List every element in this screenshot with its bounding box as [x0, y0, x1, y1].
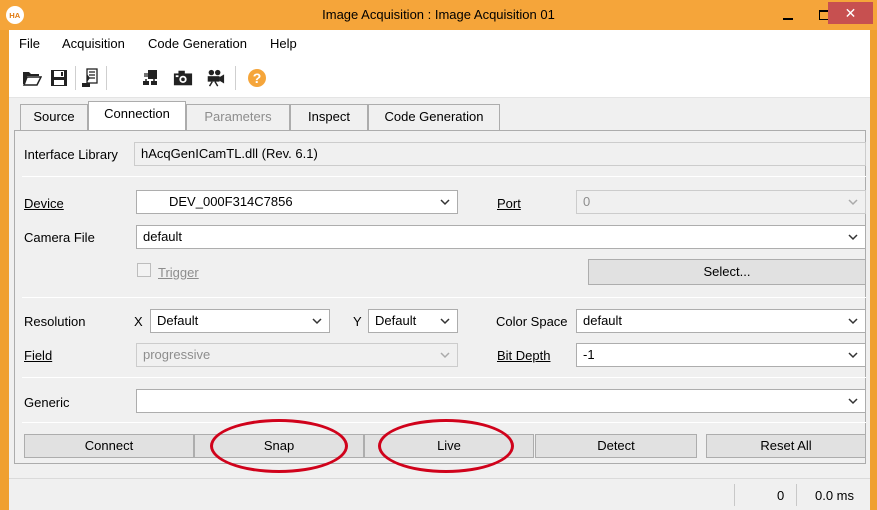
device-value: DEV_000F314C7856 — [169, 194, 293, 209]
menu-file[interactable]: File — [19, 30, 40, 58]
chevron-down-icon — [311, 315, 323, 327]
menu-bar — [9, 30, 870, 58]
trigger-checkbox[interactable] — [137, 263, 151, 277]
svg-text:?: ? — [253, 70, 262, 86]
separator-line — [22, 422, 866, 423]
chevron-down-icon — [847, 196, 859, 208]
trigger-label-text: Trigger — [158, 265, 199, 280]
save-icon[interactable] — [49, 68, 69, 88]
tab-connection[interactable]: Connection — [88, 101, 186, 130]
chevron-down-icon — [439, 349, 451, 361]
device-label-text: Device — [24, 196, 64, 211]
resolution-y-value: Default — [375, 313, 417, 328]
chevron-down-icon — [847, 349, 859, 361]
bit-depth-select[interactable]: -1 — [576, 343, 866, 367]
connect-button[interactable]: Connect — [24, 434, 194, 458]
camera-icon[interactable] — [173, 68, 193, 88]
resolution-label: Resolution — [24, 314, 86, 329]
bit-depth-value: -1 — [583, 347, 595, 362]
field-select[interactable]: progressive — [136, 343, 458, 367]
separator-line — [22, 176, 866, 177]
bit-depth-label-text: Bit Depth — [497, 348, 551, 363]
tab-code-generation[interactable]: Code Generation — [368, 104, 500, 130]
port-value: 0 — [583, 194, 591, 209]
menu-code-generation[interactable]: Code Generation — [148, 30, 247, 58]
port-label-text: Port — [497, 196, 521, 211]
menu-help[interactable]: Help — [270, 30, 297, 58]
interface-library-field: hAcqGenICamTL.dll (Rev. 6.1) — [134, 142, 866, 166]
detect-button[interactable]: Detect — [535, 434, 697, 458]
snap-button[interactable]: Snap — [194, 434, 364, 458]
minimize-button[interactable] — [770, 0, 806, 30]
export-icon[interactable] — [80, 68, 100, 88]
field-label-text: Field — [24, 348, 53, 363]
window-frame-left — [0, 30, 9, 510]
toolbar — [9, 58, 870, 98]
status-bar — [9, 478, 870, 510]
device-select[interactable]: DEV_000F314C7856 — [136, 190, 458, 214]
menu-acquisition[interactable]: Acquisition — [62, 30, 125, 58]
toolbar-separator — [106, 66, 107, 90]
chevron-down-icon — [439, 315, 451, 327]
camera-file-value: default — [143, 229, 183, 244]
port-select[interactable]: 0 — [576, 190, 866, 214]
resolution-y-select[interactable]: Default — [368, 309, 458, 333]
device-label: Device — [24, 196, 64, 212]
window-frame-right — [870, 30, 877, 510]
window-title: Image Acquisition : Image Acquisition 01 — [322, 7, 555, 22]
interface-library-value: hAcqGenICamTL.dll (Rev. 6.1) — [141, 146, 318, 161]
chevron-down-icon — [847, 231, 859, 243]
toolbar-separator — [75, 66, 76, 90]
port-label: Port — [497, 196, 521, 212]
live-video-icon[interactable] — [205, 68, 225, 88]
separator-line — [22, 297, 866, 298]
field-label: Field — [24, 348, 52, 364]
open-folder-icon[interactable] — [22, 68, 42, 88]
camera-file-select[interactable]: default — [136, 225, 866, 249]
resolution-x-select[interactable]: Default — [150, 309, 330, 333]
field-value: progressive — [143, 347, 211, 362]
chevron-down-icon — [847, 315, 859, 327]
camera-file-label: Camera File — [24, 230, 95, 245]
chevron-down-icon — [439, 196, 451, 208]
tab-inspect[interactable]: Inspect — [290, 104, 368, 130]
select-button[interactable]: Select... — [588, 259, 866, 285]
interface-library-label: Interface Library — [24, 147, 118, 162]
status-count: 0 — [777, 488, 785, 503]
separator-line — [22, 377, 866, 378]
bit-depth-label: Bit Depth — [497, 348, 550, 364]
resolution-y-label: Y — [353, 314, 362, 329]
color-space-value: default — [583, 313, 623, 328]
minimize-icon — [783, 18, 793, 20]
resolution-x-label: X — [134, 314, 143, 329]
connect-icon[interactable] — [141, 68, 161, 88]
generic-label: Generic — [24, 395, 70, 410]
status-separator — [796, 484, 797, 506]
close-icon: ✕ — [844, 5, 857, 21]
chevron-down-icon — [847, 395, 859, 407]
tab-source[interactable]: Source — [20, 104, 88, 130]
help-icon[interactable]: ? — [247, 68, 267, 88]
close-button[interactable]: ✕ — [828, 2, 873, 24]
tab-parameters[interactable]: Parameters — [186, 104, 290, 130]
color-space-select[interactable]: default — [576, 309, 866, 333]
trigger-label: Trigger — [158, 265, 199, 281]
color-space-label: Color Space — [496, 314, 568, 329]
resolution-x-value: Default — [157, 313, 199, 328]
live-button[interactable]: Live — [364, 434, 534, 458]
status-separator — [734, 484, 735, 506]
reset-all-button[interactable]: Reset All — [706, 434, 866, 458]
toolbar-separator — [235, 66, 236, 90]
generic-select[interactable] — [136, 389, 866, 413]
status-time: 0.0 ms — [815, 488, 855, 503]
